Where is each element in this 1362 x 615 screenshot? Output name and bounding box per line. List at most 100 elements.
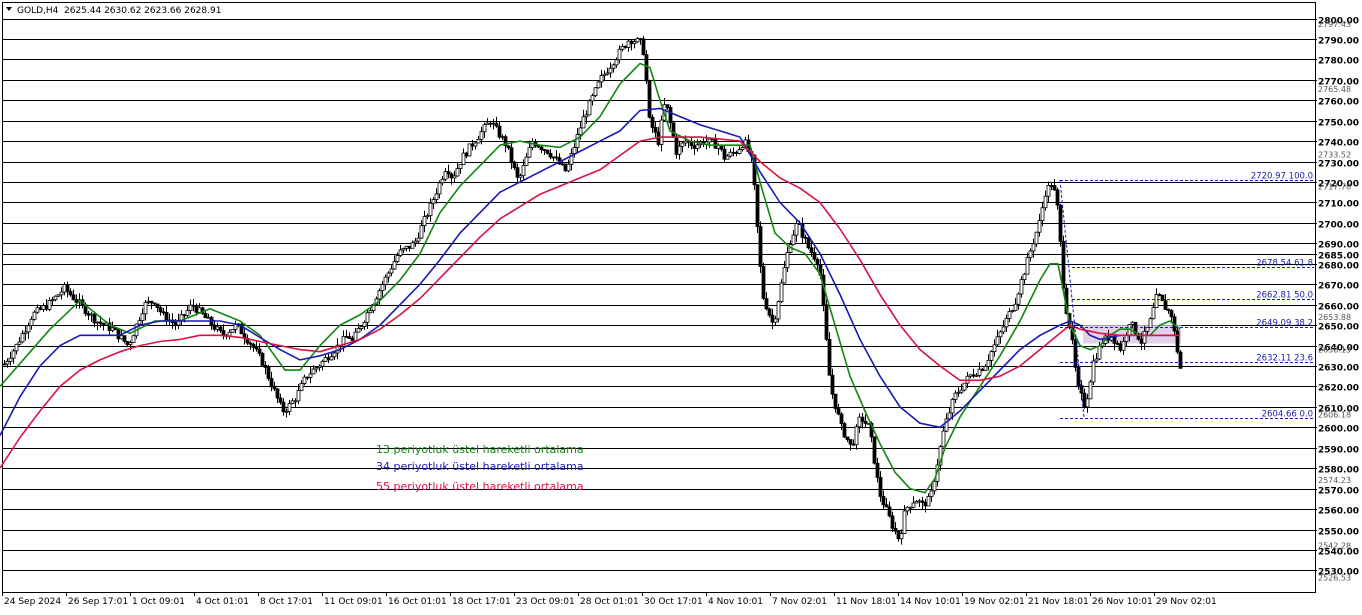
candle-body	[320, 360, 325, 367]
candle-body	[932, 480, 937, 492]
candle-body	[353, 331, 358, 341]
candle-body	[887, 506, 892, 517]
candle-body	[332, 352, 337, 358]
candle-body	[410, 242, 415, 249]
candle-body	[1073, 339, 1078, 368]
candle-body	[968, 374, 973, 377]
candle-body	[197, 307, 202, 313]
candle-body	[401, 248, 406, 251]
y-tick-label: 2580.00	[1318, 466, 1359, 476]
candle-body	[707, 138, 712, 143]
candle-body	[1148, 318, 1153, 329]
candle-body	[65, 284, 70, 292]
candle-body	[350, 338, 355, 341]
candle-body	[20, 333, 25, 343]
candle-body	[863, 420, 868, 424]
price-chart[interactable]: 2720.97 100.0 2678.54 61.8 2662.81 50.0 264…	[0, 0, 1362, 611]
candle-body	[683, 140, 688, 144]
candle-body	[860, 416, 865, 422]
candle-body	[764, 298, 769, 310]
candle-body	[824, 304, 829, 340]
candle-body	[677, 145, 682, 155]
candle-body	[1166, 309, 1171, 311]
candle-body	[314, 367, 319, 370]
candle-body	[515, 167, 520, 178]
x-tick-label: 24 Sep 2024	[4, 597, 61, 607]
candle-body	[740, 147, 745, 150]
candle-body	[41, 305, 46, 310]
candle-body	[347, 336, 352, 339]
candle-body	[56, 294, 61, 297]
candle-body	[1040, 207, 1045, 222]
candle-body	[329, 356, 334, 361]
candle-body	[608, 67, 613, 74]
candle-body	[494, 122, 499, 127]
candle-body	[368, 310, 373, 314]
candle-body	[881, 496, 886, 506]
candle-body	[995, 336, 1000, 346]
candle-body	[527, 147, 532, 158]
candle-body	[572, 147, 577, 154]
chart-canvas[interactable]: 2720.97 100.0 2678.54 61.8 2662.81 50.0 264…	[0, 0, 1362, 611]
candle-body	[413, 240, 418, 244]
y-tick-label: 2790.00	[1318, 37, 1359, 47]
candle-body	[26, 325, 31, 333]
candle-body	[890, 515, 895, 529]
y-tick-label: 2550.00	[1318, 528, 1359, 538]
candle-body	[641, 38, 646, 56]
candle-body	[1178, 351, 1183, 369]
x-tick-label: 26 Nov 10:01	[1092, 597, 1153, 607]
y-tick-label: 2700.00	[1318, 221, 1359, 231]
y-tick-label: 2600.00	[1318, 425, 1359, 435]
candle-body	[902, 510, 907, 534]
candle-body	[470, 143, 475, 147]
candle-body	[296, 390, 301, 402]
candle-body	[35, 307, 40, 313]
candle-body	[671, 122, 676, 138]
candle-body	[290, 400, 295, 405]
candle-body	[11, 350, 16, 359]
y-tick-label: 2630.00	[1318, 364, 1359, 374]
candle-body	[1052, 185, 1057, 191]
candle-body	[929, 490, 934, 497]
x-tick-label: 26 Sep 17:01	[68, 597, 128, 607]
candle-body	[437, 182, 442, 195]
candle-body	[593, 87, 598, 97]
candle-body	[1019, 279, 1024, 295]
ohlc-values: 2625.44 2630.62 2623.66 2628.91	[64, 6, 221, 16]
candle-body	[554, 156, 559, 159]
candle-body	[311, 368, 316, 375]
y-tick-label: 2620.00	[1318, 384, 1359, 394]
candle-body	[659, 119, 664, 145]
x-tick-label: 30 Oct 17:01	[644, 597, 703, 607]
candle-body	[596, 81, 601, 89]
candle-body	[695, 144, 700, 149]
candle-body	[878, 477, 883, 497]
candle-body	[452, 175, 457, 179]
candle-body	[182, 314, 187, 317]
x-tick-label: 18 Oct 17:01	[452, 597, 511, 607]
candle-body	[458, 164, 463, 169]
y-extra-label: 2717.78	[1318, 183, 1351, 192]
x-tick-label: 21 Nov 18:01	[1028, 597, 1089, 607]
candle-body	[719, 145, 724, 150]
candle-body	[896, 530, 901, 540]
candle-body	[635, 38, 640, 43]
candle-body	[491, 122, 496, 125]
candle-body	[989, 351, 994, 361]
candle-body	[833, 393, 838, 409]
candle-body	[959, 389, 964, 393]
x-tick-label: 19 Nov 02:01	[964, 597, 1025, 607]
candle-body	[872, 436, 877, 464]
candle-body	[173, 322, 178, 326]
candle-body	[776, 301, 781, 320]
candle-body	[398, 249, 403, 256]
candle-body	[1013, 303, 1018, 311]
candle-body	[152, 302, 157, 305]
x-tick-label: 4 Nov 10:01	[708, 597, 763, 607]
candle-body	[392, 261, 397, 270]
candle-body	[218, 326, 223, 331]
candle-body	[464, 152, 469, 157]
candle-body	[668, 107, 673, 124]
y-extra-label: 2526.53	[1318, 574, 1351, 583]
